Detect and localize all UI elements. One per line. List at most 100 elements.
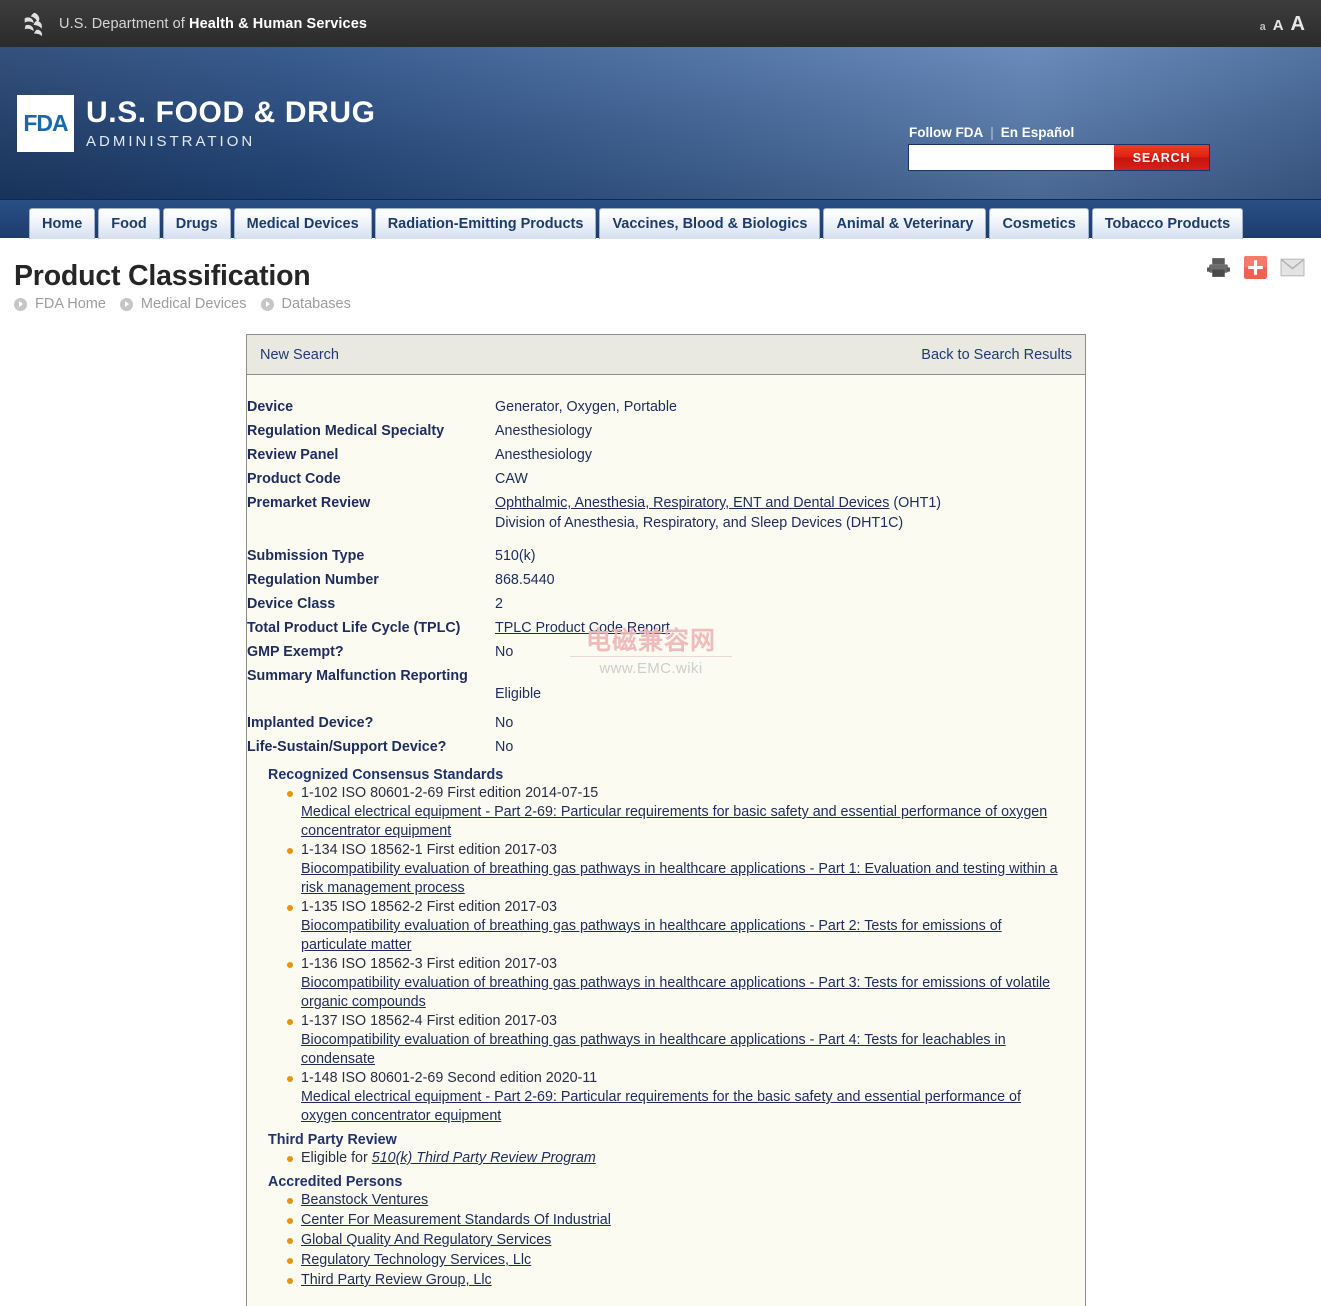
- tab-drugs[interactable]: Drugs: [162, 208, 231, 239]
- breadcrumb-item-databases[interactable]: Databases: [282, 296, 351, 312]
- tab-radiation-emitting-products[interactable]: Radiation-Emitting Products: [374, 208, 597, 239]
- field-value-tplc: TPLC Product Code Report: [495, 618, 1085, 642]
- list-item: Global Quality And Regulatory Services: [287, 1231, 1071, 1251]
- standard-title-link[interactable]: Biocompatibility evaluation of breathing…: [301, 1031, 1071, 1069]
- field-label-review-panel: Review Panel: [247, 447, 339, 463]
- panel-header: New Search Back to Search Results: [247, 335, 1085, 375]
- standard-reference: 1-137 ISO 18562-4 First edition 2017-03: [301, 1013, 557, 1029]
- main-navigation: Home Food Drugs Medical Devices Radiatio…: [0, 200, 1321, 242]
- page-tools: [1206, 255, 1305, 280]
- field-value-life-sustain-support-device: No: [495, 739, 514, 755]
- tab-home[interactable]: Home: [29, 208, 96, 239]
- banner-utility-area: Follow FDA | En Español SEARCH: [909, 125, 1209, 170]
- field-value-gmp-exempt: No: [495, 644, 514, 660]
- fda-logo-text: FDA: [23, 110, 68, 136]
- accredited-person-link[interactable]: Global Quality And Regulatory Services: [301, 1232, 551, 1248]
- list-item: 1-135 ISO 18562-2 First edition 2017-03 …: [287, 898, 1071, 955]
- field-label-regulation-number: Regulation Number: [247, 572, 379, 588]
- field-value-summary-malfunction-reporting: Eligible: [495, 666, 1085, 713]
- table-row: Device Class 2: [247, 594, 1085, 618]
- new-search-link[interactable]: New Search: [260, 347, 339, 363]
- breadcrumb-arrow-icon: [14, 297, 27, 311]
- print-icon[interactable]: [1206, 255, 1231, 280]
- accredited-persons-list: Beanstock Ventures Center For Measuremen…: [247, 1191, 1085, 1291]
- tab-animal-veterinary[interactable]: Animal & Veterinary: [823, 208, 987, 239]
- table-row: Review Panel Anesthesiology: [247, 445, 1085, 469]
- tab-cosmetics[interactable]: Cosmetics: [989, 208, 1089, 239]
- list-item: 1-148 ISO 80601-2-69 Second edition 2020…: [287, 1069, 1071, 1126]
- table-row: Implanted Device? No: [247, 713, 1085, 737]
- font-size-large-button[interactable]: A: [1291, 14, 1305, 34]
- tab-medical-devices[interactable]: Medical Devices: [233, 208, 372, 239]
- search-input[interactable]: [909, 145, 1114, 170]
- email-icon[interactable]: [1280, 255, 1305, 280]
- standard-title-link[interactable]: Biocompatibility evaluation of breathing…: [301, 860, 1071, 898]
- tab-food[interactable]: Food: [98, 208, 160, 239]
- field-label-implanted-device: Implanted Device?: [247, 715, 374, 731]
- table-row: Total Product Life Cycle (TPLC) TPLC Pro…: [247, 618, 1085, 642]
- standard-reference: 1-102 ISO 80601-2-69 First edition 2014-…: [301, 785, 599, 801]
- en-espanol-link[interactable]: En Español: [1001, 125, 1075, 140]
- fda-brand[interactable]: FDA U.S. FOOD & DRUG ADMINISTRATION: [17, 95, 376, 152]
- list-item: Third Party Review Group, Llc: [287, 1271, 1071, 1291]
- section-heading-consensus-standards: Recognized Consensus Standards: [268, 767, 504, 783]
- list-item: Regulatory Technology Services, Llc: [287, 1251, 1071, 1271]
- link-separator: |: [990, 125, 994, 140]
- table-row: Life-Sustain/Support Device? No: [247, 737, 1085, 761]
- standard-title-link[interactable]: Medical electrical equipment - Part 2-69…: [301, 803, 1071, 841]
- hhs-agency-bold: Health & Human Services: [189, 15, 368, 32]
- breadcrumb-item-medical-devices[interactable]: Medical Devices: [141, 296, 247, 312]
- standard-title-link[interactable]: Biocompatibility evaluation of breathing…: [301, 974, 1071, 1012]
- fda-subtitle: ADMINISTRATION: [86, 133, 256, 150]
- consensus-standards-list: 1-102 ISO 80601-2-69 First edition 2014-…: [247, 784, 1085, 1126]
- field-label-device-class: Device Class: [247, 596, 336, 612]
- accredited-person-link[interactable]: Third Party Review Group, Llc: [301, 1272, 492, 1288]
- field-label-regulation-medical-specialty: Regulation Medical Specialty: [247, 423, 445, 439]
- tplc-product-code-report-link[interactable]: TPLC Product Code Report: [495, 620, 670, 636]
- standard-title-link[interactable]: Medical electrical equipment - Part 2-69…: [301, 1088, 1071, 1126]
- table-row: GMP Exempt? No: [247, 642, 1085, 666]
- list-item: Beanstock Ventures: [287, 1191, 1071, 1211]
- field-value-submission-type: 510(k): [495, 548, 536, 564]
- font-size-small-button[interactable]: a: [1260, 21, 1266, 33]
- list-item: 1-136 ISO 18562-3 First edition 2017-03 …: [287, 955, 1071, 1012]
- search-button[interactable]: SEARCH: [1114, 145, 1209, 170]
- field-label-tplc: Total Product Life Cycle (TPLC): [247, 620, 461, 636]
- fda-wordmark: U.S. FOOD & DRUG ADMINISTRATION: [86, 95, 376, 152]
- table-row: Regulation Number 868.5440: [247, 570, 1085, 594]
- font-size-medium-button[interactable]: A: [1273, 18, 1284, 33]
- third-party-review-program-link[interactable]: 510(k) Third Party Review Program: [372, 1150, 596, 1166]
- classification-panel: New Search Back to Search Results Device…: [246, 334, 1086, 1306]
- table-row: Premarket Review Ophthalmic, Anesthesia,…: [247, 493, 1085, 546]
- accredited-person-link[interactable]: Regulatory Technology Services, Llc: [301, 1252, 531, 1268]
- field-value-regulation-number: 868.5440: [495, 572, 555, 588]
- follow-fda-link[interactable]: Follow FDA: [909, 125, 983, 140]
- tab-tobacco-products[interactable]: Tobacco Products: [1091, 208, 1244, 239]
- field-value-product-code: CAW: [495, 471, 528, 487]
- field-label-gmp-exempt: GMP Exempt?: [247, 644, 344, 660]
- premarket-review-link[interactable]: Ophthalmic, Anesthesia, Respiratory, ENT…: [495, 495, 889, 511]
- accredited-person-link[interactable]: Beanstock Ventures: [301, 1192, 428, 1208]
- fda-title: U.S. FOOD & DRUG: [86, 96, 376, 129]
- hhs-seal-icon: [24, 12, 43, 36]
- field-label-premarket-review: Premarket Review: [247, 495, 371, 511]
- accredited-person-link[interactable]: Center For Measurement Standards Of Indu…: [301, 1212, 611, 1228]
- field-value-device-class: 2: [495, 596, 503, 612]
- field-value-implanted-device: No: [495, 715, 514, 731]
- hhs-agency-plain: U.S. Department of: [59, 15, 190, 32]
- field-label-product-code: Product Code: [247, 471, 341, 487]
- list-item: 1-134 ISO 18562-1 First edition 2017-03 …: [287, 841, 1071, 898]
- standard-title-link[interactable]: Biocompatibility evaluation of breathing…: [301, 917, 1071, 955]
- tab-vaccines-blood-biologics[interactable]: Vaccines, Blood & Biologics: [599, 208, 821, 239]
- page-title: Product Classification: [14, 260, 311, 292]
- share-icon[interactable]: [1243, 255, 1268, 280]
- font-size-controls: a A A: [1260, 14, 1305, 34]
- field-value-review-panel: Anesthesiology: [495, 447, 592, 463]
- breadcrumb-item-fda-home[interactable]: FDA Home: [35, 296, 106, 312]
- breadcrumb-arrow-icon: [119, 297, 133, 311]
- field-label-device: Device: [247, 399, 294, 415]
- field-value-regulation-medical-specialty: Anesthesiology: [495, 423, 592, 439]
- back-to-search-results-link[interactable]: Back to Search Results: [921, 347, 1072, 363]
- fda-logo-icon: FDA: [17, 95, 74, 152]
- list-item: Center For Measurement Standards Of Indu…: [287, 1211, 1071, 1231]
